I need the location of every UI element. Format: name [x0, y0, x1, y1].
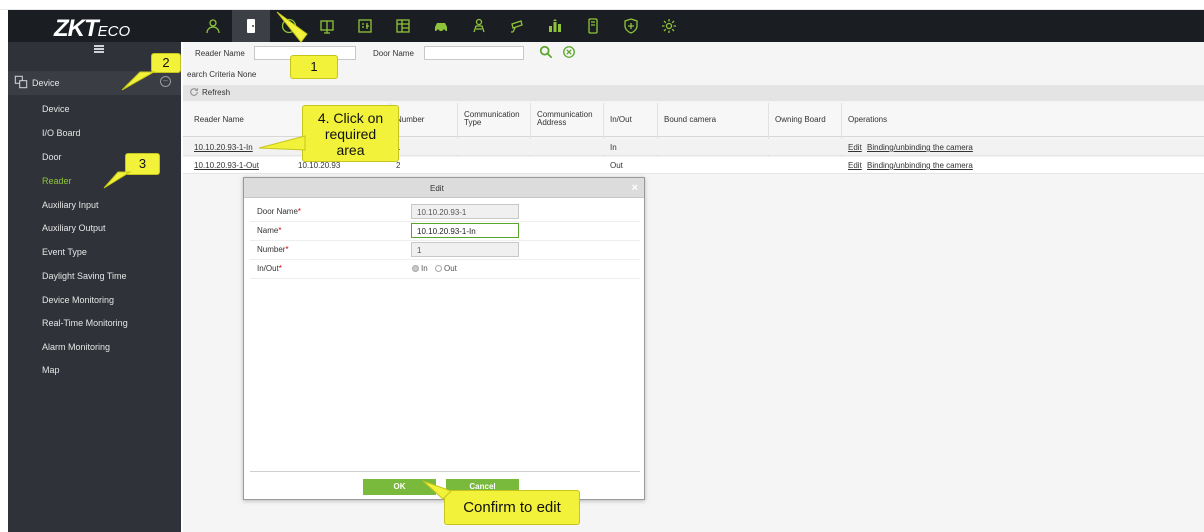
form-row-name: Name* 10.10.20.93-1-In — [250, 222, 640, 241]
device-module-icon — [14, 75, 28, 89]
patrol-icon[interactable] — [460, 10, 498, 42]
number-field: 1 — [411, 242, 519, 257]
row-edit-link[interactable]: Edit — [848, 161, 862, 170]
logo-sub-text: ECO — [97, 23, 131, 40]
sidebar-menu-toggle-icon[interactable] — [94, 45, 104, 53]
door-name-input[interactable] — [424, 46, 524, 60]
sidebar-item-auxiliary-output[interactable]: Auxiliary Output — [42, 223, 106, 233]
refresh-label: Refresh — [202, 87, 231, 97]
search-icon[interactable] — [539, 45, 553, 59]
sidebar-item-auxiliary-input[interactable]: Auxiliary Input — [42, 200, 99, 210]
column-header-bound-camera[interactable]: Bound camera — [664, 116, 716, 124]
callout-step-3-text: 3 — [138, 156, 147, 171]
row-in-out: Out — [610, 161, 623, 170]
sidebar-item-daylight-saving-time[interactable]: Daylight Saving Time — [42, 271, 127, 281]
refresh-button[interactable]: Refresh — [189, 87, 230, 97]
building-grid-icon[interactable] — [384, 10, 422, 42]
callout-pointer — [276, 11, 308, 43]
callout-confirm-edit-text: Confirm to edit — [463, 499, 561, 516]
sidebar-item-io-board[interactable]: I/O Board — [42, 128, 81, 138]
logo-main-text: ZKT — [54, 15, 99, 42]
row-reader-name[interactable]: 10.10.20.93-1-Out — [194, 161, 259, 170]
dialog-title: Edit — [430, 184, 444, 193]
row-door-name: 10.10.20.93 — [298, 161, 341, 170]
callout-pointer — [121, 71, 156, 91]
sidebar-item-alarm-monitoring[interactable]: Alarm Monitoring — [42, 342, 110, 352]
dialog-title-bar: Edit × — [244, 178, 644, 198]
row-in-out: In — [610, 143, 617, 152]
sidebar: Device – Device I/O Board Door Reader Au… — [8, 42, 181, 532]
row-reader-name[interactable]: 10.10.20.93-1-In — [194, 143, 253, 152]
column-header-operations: Operations — [848, 115, 888, 124]
form-row-in-out: In/Out* In Out — [250, 260, 640, 279]
callout-step-4-text: 4. Click on required area — [317, 110, 384, 158]
callout-pointer — [103, 171, 132, 189]
intercom-icon[interactable] — [574, 10, 612, 42]
parking-car-icon[interactable] — [422, 10, 460, 42]
row-bind-camera-link[interactable]: Binding/unbinding the camera — [867, 143, 973, 152]
row-number: 2 — [396, 161, 401, 170]
door-name-field: 10.10.20.93-1 — [411, 204, 519, 219]
column-header-owning-board[interactable]: Owning Board — [775, 116, 826, 124]
door-name-field-label: Door Name* — [257, 207, 302, 216]
shield-icon[interactable] — [612, 10, 650, 42]
callout-pointer — [258, 135, 306, 151]
sidebar-item-device-monitoring[interactable]: Device Monitoring — [42, 295, 114, 305]
sidebar-item-map[interactable]: Map — [42, 365, 60, 375]
column-header-reader-name[interactable]: Reader Name — [194, 116, 244, 124]
close-icon[interactable]: × — [632, 182, 638, 194]
radio-out[interactable]: Out — [435, 264, 457, 273]
sidebar-item-reader[interactable]: Reader — [42, 176, 72, 186]
column-header-number[interactable]: Number — [396, 116, 424, 124]
form-row-number: Number* 1 — [250, 241, 640, 260]
radio-in[interactable]: In — [412, 264, 428, 273]
sidebar-item-device[interactable]: Device — [42, 104, 70, 114]
elevator-icon[interactable] — [308, 10, 346, 42]
number-field-label: Number* — [257, 245, 289, 254]
callout-step-4: 4. Click on required area — [258, 105, 399, 162]
sidebar-module-label: Device — [32, 78, 60, 88]
door-name-label: Door Name — [373, 49, 414, 58]
callout-confirm-edit: Confirm to edit — [422, 480, 580, 525]
row-bind-camera-link[interactable]: Binding/unbinding the camera — [867, 161, 973, 170]
sidebar-item-real-time-monitoring[interactable]: Real-Time Monitoring — [42, 318, 128, 328]
action-toolbar: Refresh — [183, 85, 1204, 101]
radio-out-dot[interactable] — [435, 265, 442, 272]
radio-in-dot[interactable] — [412, 265, 419, 272]
search-criteria-text: earch Criteria None — [187, 70, 257, 79]
top-navigation-bar: ZKTECO — [8, 10, 1204, 42]
consumption-icon[interactable] — [536, 10, 574, 42]
in-out-field-label: In/Out* — [257, 264, 282, 273]
column-header-communication-address[interactable]: Communication Address — [537, 111, 599, 127]
dialog-footer-divider — [250, 471, 640, 472]
top-strip — [0, 0, 1204, 10]
sidebar-item-event-type[interactable]: Event Type — [42, 247, 87, 257]
reader-name-label: Reader Name — [195, 49, 245, 58]
callout-step-1: 1 — [276, 11, 338, 79]
access-door-icon[interactable] — [232, 10, 270, 42]
personnel-icon[interactable] — [194, 10, 232, 42]
form-row-door-name: Door Name* 10.10.20.93-1 — [250, 203, 640, 222]
sidebar-item-door[interactable]: Door — [42, 152, 62, 162]
name-field-label: Name* — [257, 226, 282, 235]
row-edit-link[interactable]: Edit — [848, 143, 862, 152]
settings-gear-icon[interactable] — [650, 10, 688, 42]
edit-dialog: Edit × Door Name* 10.10.20.93-1 Name* 10… — [243, 177, 645, 500]
zkteco-logo: ZKTECO — [54, 15, 130, 43]
clear-search-icon[interactable] — [562, 45, 576, 59]
refresh-icon — [190, 88, 198, 96]
column-header-in-out[interactable]: In/Out — [610, 116, 632, 124]
callout-pointer — [422, 480, 452, 500]
callout-step-3: 3 — [103, 153, 160, 189]
callout-step-2-text: 2 — [162, 55, 170, 70]
video-camera-icon[interactable] — [498, 10, 536, 42]
callout-step-2: 2 — [121, 53, 181, 91]
visitor-icon[interactable] — [346, 10, 384, 42]
name-field[interactable]: 10.10.20.93-1-In — [411, 223, 519, 238]
callout-step-1-text: 1 — [310, 59, 318, 74]
column-header-communication-type[interactable]: Communication Type — [464, 111, 526, 127]
collapse-icon[interactable]: – — [160, 76, 171, 87]
